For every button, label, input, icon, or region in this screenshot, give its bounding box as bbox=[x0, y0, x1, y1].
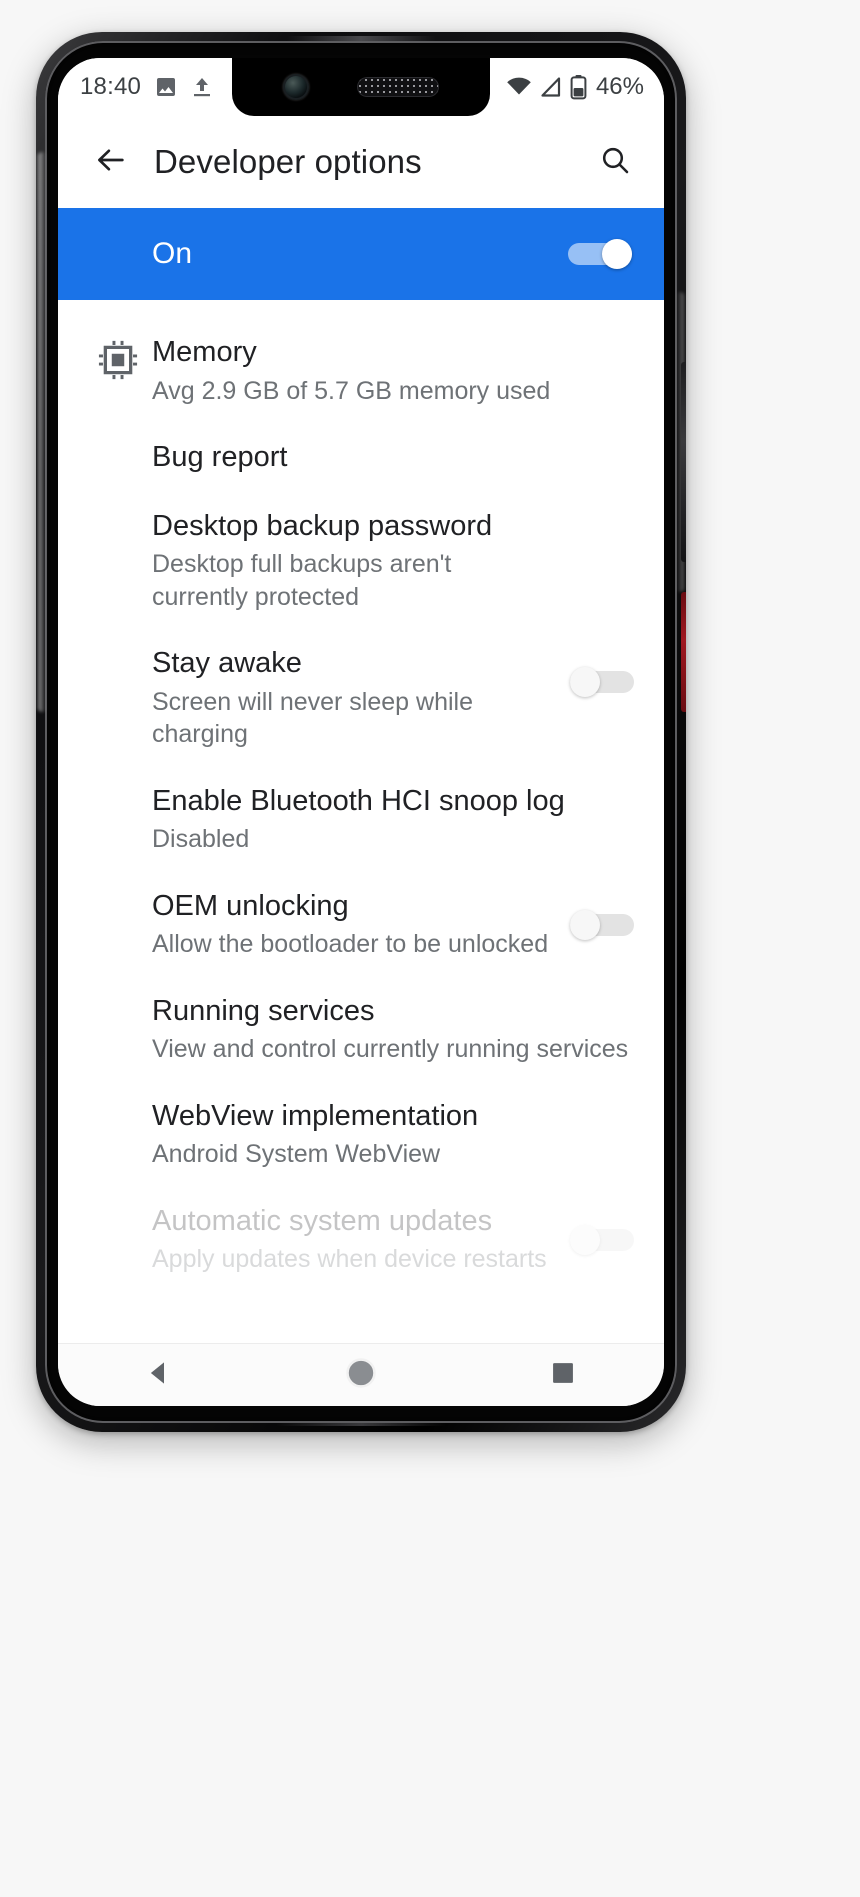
power-button[interactable] bbox=[681, 592, 686, 712]
status-bar-right: 46% bbox=[506, 73, 644, 101]
list-item-title: WebView implementation bbox=[152, 1099, 479, 1132]
list-item-summary: Allow the bootloader to be unlocked bbox=[152, 930, 549, 959]
list-item-summary: Screen will never sleep while charging bbox=[152, 687, 473, 749]
battery-icon bbox=[570, 74, 587, 100]
row-body: Bug report bbox=[152, 439, 634, 476]
settings-scroll-area[interactable]: Memory Avg 2.9 GB of 5.7 GB memory used … bbox=[58, 300, 664, 1406]
automatic-system-updates-toggle[interactable] bbox=[570, 1224, 634, 1255]
list-item-summary: Apply updates when device restarts bbox=[152, 1245, 547, 1274]
row-leading-icon-slot bbox=[84, 1098, 152, 1102]
list-item-title: OEM unlocking bbox=[152, 889, 349, 922]
status-bar-left: 18:40 bbox=[80, 73, 213, 101]
status-bar-clock: 18:40 bbox=[80, 73, 142, 100]
row-body: WebView implementation Android System We… bbox=[152, 1098, 634, 1171]
system-navigation-bar bbox=[58, 1343, 664, 1406]
row-leading-icon-slot bbox=[84, 888, 152, 892]
left-edge-highlight bbox=[38, 152, 46, 712]
nav-recents-button[interactable] bbox=[528, 1344, 598, 1406]
page-title: Developer options bbox=[154, 143, 422, 180]
row-body: Stay awake Screen will never sleep while… bbox=[152, 645, 552, 751]
row-body: Memory Avg 2.9 GB of 5.7 GB memory used bbox=[152, 334, 634, 407]
list-item-summary: Android System WebView bbox=[152, 1140, 441, 1169]
master-switch-label: On bbox=[152, 237, 193, 270]
settings-list: Memory Avg 2.9 GB of 5.7 GB memory used … bbox=[58, 300, 664, 1292]
nav-back-triangle-icon bbox=[144, 1358, 174, 1393]
nav-recents-square-icon bbox=[549, 1359, 577, 1392]
list-item-summary: Avg 2.9 GB of 5.7 GB memory used bbox=[152, 376, 551, 405]
list-item-summary: Desktop full backups aren't currently pr… bbox=[152, 550, 452, 611]
list-item-summary: Disabled bbox=[152, 825, 250, 854]
signal-icon bbox=[539, 75, 563, 99]
row-body: Enable Bluetooth HCI snoop log Disabled bbox=[152, 783, 634, 856]
switch-thumb bbox=[570, 667, 600, 698]
master-switch-toggle[interactable] bbox=[568, 239, 632, 269]
row-trailing-control bbox=[552, 645, 634, 698]
list-item-bluetooth-hci-snoop-log[interactable]: Enable Bluetooth HCI snoop log Disabled bbox=[58, 767, 664, 872]
row-leading-icon-slot bbox=[84, 508, 152, 512]
row-body: Running services View and control curren… bbox=[152, 993, 634, 1066]
switch-thumb bbox=[602, 239, 632, 269]
row-leading-icon-slot bbox=[84, 334, 152, 387]
row-body: Desktop backup password Desktop full bac… bbox=[152, 508, 634, 614]
screenshot-stage: 18:40 46% Developer options On Memory Av… bbox=[0, 0, 860, 1897]
front-camera-icon bbox=[283, 74, 309, 100]
list-item-stay-awake[interactable]: Stay awake Screen will never sleep while… bbox=[58, 629, 664, 767]
row-leading-icon-slot bbox=[84, 993, 152, 997]
list-item-title: Desktop backup password bbox=[152, 509, 493, 542]
volume-button[interactable] bbox=[681, 362, 686, 562]
upload-icon bbox=[191, 75, 213, 99]
display-notch bbox=[232, 58, 490, 116]
row-leading-icon-slot bbox=[84, 1203, 152, 1207]
list-item-webview-implementation[interactable]: WebView implementation Android System We… bbox=[58, 1082, 664, 1187]
memory-chip-icon bbox=[96, 338, 140, 387]
list-item-running-services[interactable]: Running services View and control curren… bbox=[58, 977, 664, 1082]
nav-home-button[interactable] bbox=[326, 1344, 396, 1406]
oem-unlocking-toggle[interactable] bbox=[570, 909, 634, 940]
wifi-icon bbox=[506, 75, 532, 99]
search-icon bbox=[599, 144, 631, 181]
list-item-desktop-backup-password[interactable]: Desktop backup password Desktop full bac… bbox=[58, 492, 664, 630]
arrow-back-icon bbox=[94, 143, 128, 182]
list-item-title: Bug report bbox=[152, 441, 288, 474]
stay-awake-toggle[interactable] bbox=[570, 667, 634, 698]
battery-percent-label: 46% bbox=[595, 73, 644, 100]
row-leading-icon-slot bbox=[84, 783, 152, 787]
search-button[interactable] bbox=[588, 135, 642, 189]
list-item-title: Memory bbox=[152, 336, 257, 368]
switch-thumb bbox=[570, 1224, 600, 1255]
row-body: Automatic system updates Apply updates w… bbox=[152, 1203, 552, 1276]
back-button[interactable] bbox=[84, 135, 138, 189]
list-item-oem-unlocking[interactable]: OEM unlocking Allow the bootloader to be… bbox=[58, 872, 664, 977]
list-item-title: Stay awake bbox=[152, 647, 302, 680]
earpiece-speaker-icon bbox=[357, 77, 439, 97]
row-trailing-control bbox=[552, 888, 634, 940]
list-item-bug-report[interactable]: Bug report bbox=[58, 423, 664, 492]
image-icon bbox=[154, 75, 178, 99]
row-body: OEM unlocking Allow the bootloader to be… bbox=[152, 888, 552, 961]
nav-home-circle-icon bbox=[344, 1356, 378, 1395]
app-bar: Developer options bbox=[58, 116, 664, 208]
row-trailing-control bbox=[552, 1203, 634, 1255]
nav-back-button[interactable] bbox=[124, 1344, 194, 1406]
developer-options-master-switch-row[interactable]: On bbox=[58, 208, 664, 300]
row-leading-icon-slot bbox=[84, 439, 152, 443]
switch-thumb bbox=[570, 909, 600, 940]
phone-device: 18:40 46% Developer options On Memory Av… bbox=[36, 32, 686, 1432]
list-item-memory[interactable]: Memory Avg 2.9 GB of 5.7 GB memory used bbox=[58, 318, 664, 423]
list-item-title: Enable Bluetooth HCI snoop log bbox=[152, 784, 565, 817]
phone-screen: 18:40 46% Developer options On Memory Av… bbox=[58, 58, 664, 1406]
list-item-title: Running services bbox=[152, 994, 375, 1027]
row-leading-icon-slot bbox=[84, 645, 152, 649]
list-item-title: Automatic system updates bbox=[152, 1204, 493, 1237]
list-item-automatic-system-updates[interactable]: Automatic system updates Apply updates w… bbox=[58, 1187, 664, 1292]
list-item-summary: View and control currently running servi… bbox=[152, 1035, 629, 1064]
